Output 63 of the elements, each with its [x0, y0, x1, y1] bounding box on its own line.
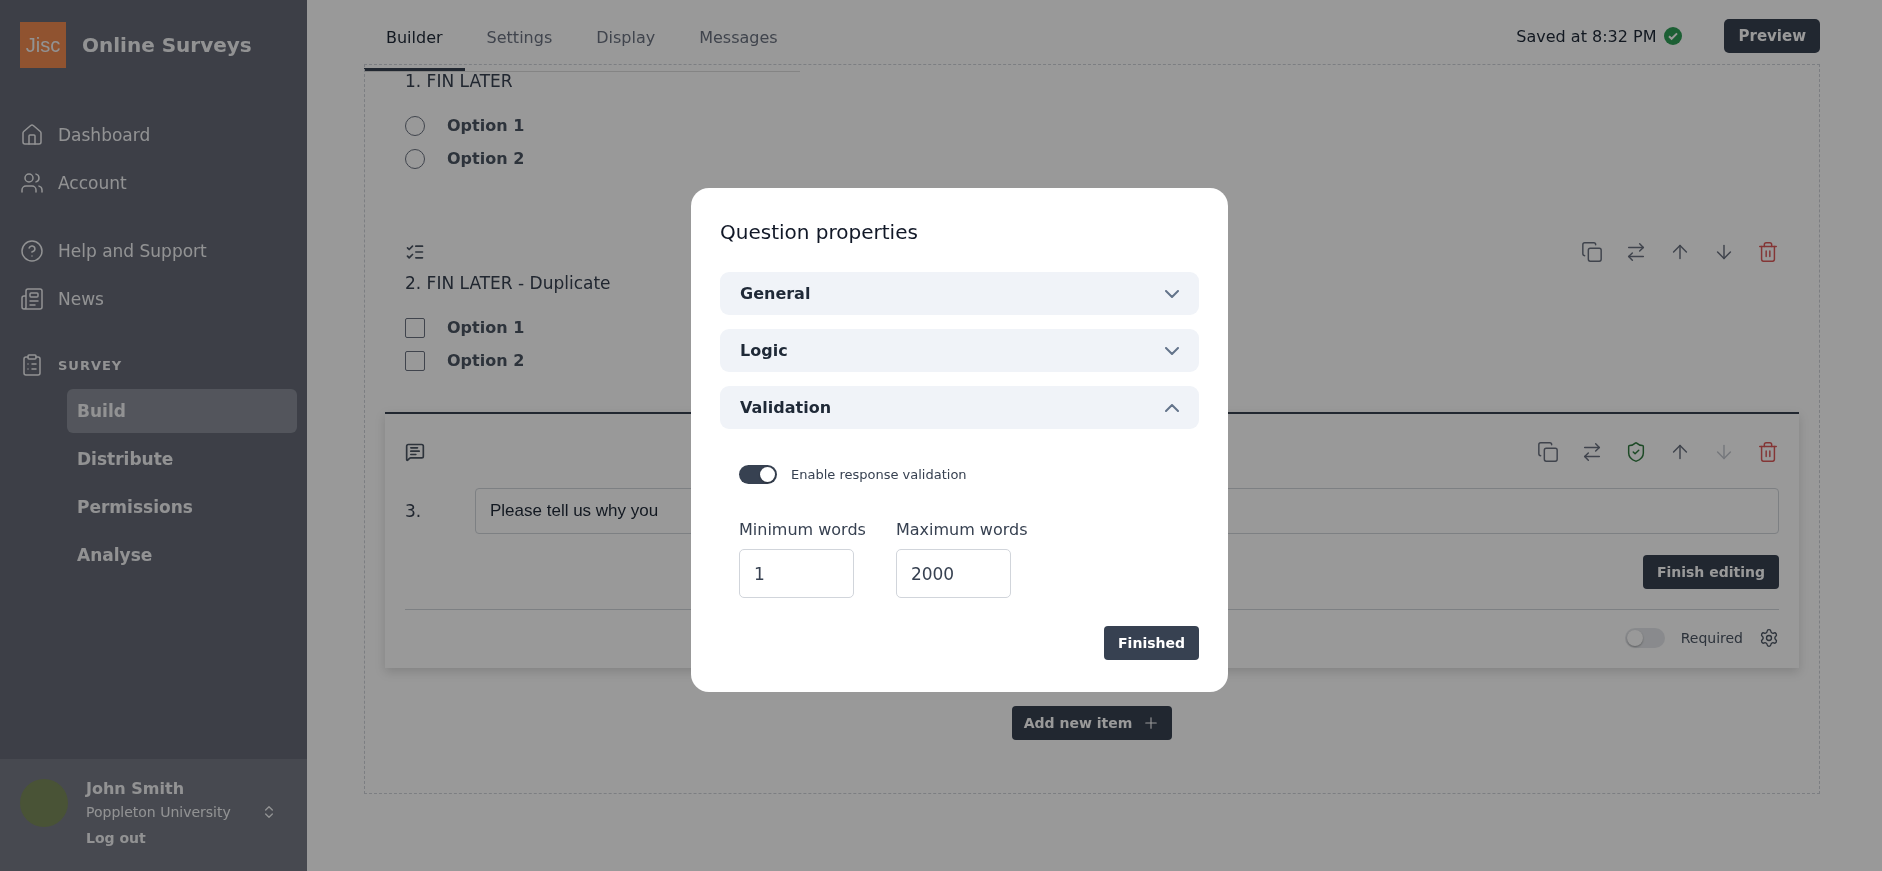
preview-button[interactable]: Preview [1724, 19, 1820, 53]
field-label: Maximum words [895, 520, 1028, 539]
swap-arrows-icon[interactable] [1581, 441, 1603, 463]
delete-icon[interactable] [1757, 441, 1779, 463]
checklist-icon [405, 242, 425, 262]
number-field[interactable]: 2000 [895, 549, 1011, 598]
nav-item[interactable]: News [0, 275, 307, 323]
users-icon [20, 171, 44, 195]
finished-button[interactable]: Finished [1104, 626, 1199, 660]
avatar [20, 779, 68, 827]
accordion-header[interactable]: Validation [720, 386, 1199, 429]
chevron-down-icon [1165, 346, 1179, 355]
dialog-title: Question properties [720, 220, 919, 244]
tab[interactable]: Settings [464, 6, 575, 71]
toggle-label: Enable response validation [791, 467, 967, 482]
nav-item[interactable]: Dashboard [0, 111, 307, 159]
nav-item[interactable]: Help and Support [0, 227, 307, 275]
copy-icon[interactable] [1581, 241, 1603, 263]
field-label: Minimum words [739, 520, 866, 539]
app-title: Online Surveys [82, 33, 252, 57]
home-icon [20, 123, 44, 147]
organisation-name: Poppleton University [86, 804, 231, 820]
option-label: Option 2 [447, 149, 525, 168]
accordion-header[interactable]: General [720, 272, 1199, 315]
number-field[interactable]: 1 [739, 549, 854, 598]
help-icon [20, 239, 44, 263]
swap-arrows-icon[interactable] [1625, 241, 1647, 263]
finish-editing-button[interactable]: Finish editing [1642, 555, 1779, 589]
save-status: Saved at 8:32 PM [1516, 26, 1657, 46]
option-label: Option 1 [447, 318, 525, 337]
copy-icon[interactable] [1537, 441, 1559, 463]
validation-toggle[interactable] [739, 465, 777, 484]
add-item-button[interactable]: Add new item [1011, 706, 1173, 740]
settings-icon[interactable] [1759, 628, 1779, 648]
chevron-down-icon [1165, 289, 1179, 298]
delete-icon[interactable] [1757, 241, 1779, 263]
nav-item[interactable]: Analyse [67, 533, 297, 577]
nav-item[interactable]: Account [0, 159, 307, 207]
accordion-header[interactable]: Logic [720, 329, 1199, 372]
shield-check-icon[interactable] [1625, 441, 1647, 463]
checkbox[interactable] [405, 317, 425, 338]
section-heading: SURVEY [58, 357, 123, 373]
logo: Jisc [20, 22, 66, 68]
nav-item[interactable]: Build [67, 389, 297, 433]
required-label: Required [1680, 630, 1743, 646]
comment-icon [405, 442, 425, 462]
checkbox[interactable] [405, 350, 425, 371]
option-label: Option 1 [447, 116, 525, 135]
user-name: John Smith [86, 779, 185, 798]
logout-link[interactable]: Log out [86, 830, 277, 846]
tab[interactable]: Display [574, 6, 678, 71]
newspaper-icon [20, 287, 44, 311]
clipboard-icon [20, 353, 44, 377]
chevron-up-icon [1165, 403, 1179, 412]
required-toggle[interactable] [1624, 628, 1665, 648]
option-label: Option 2 [447, 351, 525, 370]
nav-item[interactable]: Permissions [67, 485, 297, 529]
question-number: 3. [405, 501, 423, 521]
question-title: 1. FIN LATER [405, 71, 514, 91]
check-circle-icon [1664, 27, 1683, 45]
nav-item[interactable]: Distribute [67, 437, 297, 481]
tab[interactable]: Builder [364, 6, 465, 71]
tab[interactable]: Messages [677, 6, 800, 71]
